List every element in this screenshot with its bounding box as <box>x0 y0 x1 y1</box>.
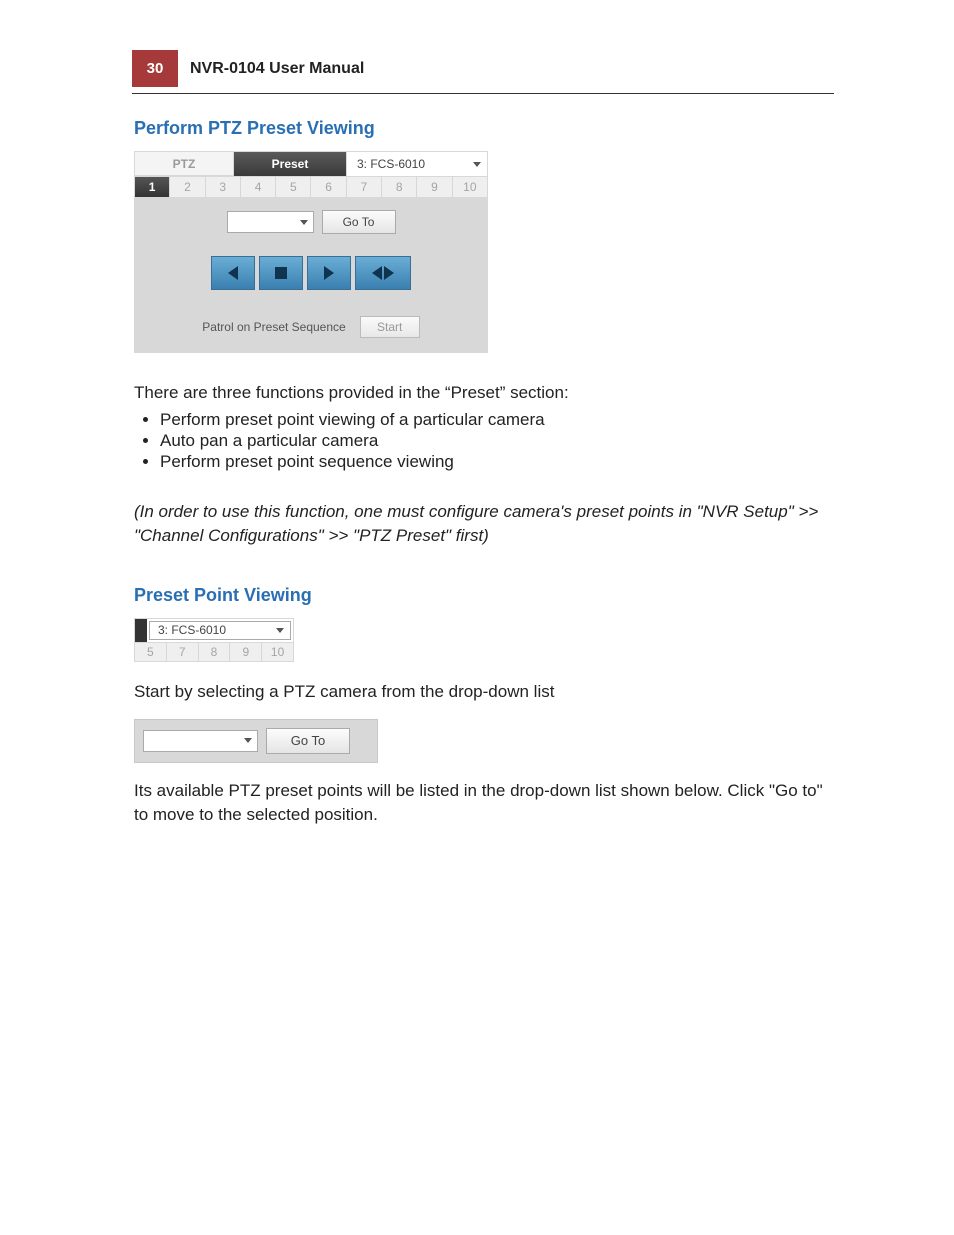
triangle-right-icon <box>384 266 394 280</box>
camera-select-snippet: 3: FCS-6010 5 7 8 9 10 <box>134 618 294 662</box>
next-button[interactable] <box>307 256 351 290</box>
channel-number-row: 1 2 3 4 5 6 7 8 9 10 <box>135 176 487 198</box>
text-goto-description: Its available PTZ preset points will be … <box>134 779 834 828</box>
goto-button-small[interactable]: Go To <box>266 728 350 754</box>
patrol-label: Patrol on Preset Sequence <box>202 320 345 334</box>
manual-title: NVR-0104 User Manual <box>178 50 364 87</box>
channel-9[interactable]: 9 <box>417 177 452 197</box>
page-header: 30 NVR-0104 User Manual <box>132 50 954 87</box>
channel-7[interactable]: 7 <box>347 177 382 197</box>
channel-4[interactable]: 4 <box>241 177 276 197</box>
chevron-down-icon <box>244 738 252 743</box>
preset-dropdown-small[interactable] <box>143 730 258 752</box>
intro-text: There are three functions provided in th… <box>134 381 834 406</box>
channel-cell[interactable]: 5 <box>135 643 167 661</box>
panel-edge <box>135 619 147 642</box>
tab-ptz[interactable]: PTZ <box>135 152 234 176</box>
channel-2[interactable]: 2 <box>170 177 205 197</box>
chevron-down-icon <box>276 628 284 633</box>
triangle-left-icon <box>372 266 382 280</box>
channel-5[interactable]: 5 <box>276 177 311 197</box>
tab-preset[interactable]: Preset <box>234 152 347 176</box>
auto-pan-button[interactable] <box>355 256 411 290</box>
preset-point-dropdown[interactable] <box>227 211 314 233</box>
square-stop-icon <box>275 267 287 279</box>
list-item: Perform preset point viewing of a partic… <box>160 410 834 430</box>
channel-3[interactable]: 3 <box>206 177 241 197</box>
goto-button[interactable]: Go To <box>322 210 396 234</box>
page-number: 30 <box>132 50 178 87</box>
channel-10[interactable]: 10 <box>453 177 487 197</box>
list-item: Auto pan a particular camera <box>160 431 834 451</box>
start-button[interactable]: Start <box>360 316 420 338</box>
heading-preset-point-viewing: Preset Point Viewing <box>134 585 834 606</box>
channel-cell[interactable]: 7 <box>167 643 199 661</box>
chevron-down-icon <box>300 220 308 225</box>
header-divider <box>132 93 834 94</box>
triangle-right-icon <box>324 266 334 280</box>
stop-button[interactable] <box>259 256 303 290</box>
channel-cell[interactable]: 8 <box>199 643 231 661</box>
feature-list: Perform preset point viewing of a partic… <box>134 410 834 472</box>
channel-6[interactable]: 6 <box>311 177 346 197</box>
chevron-down-icon <box>473 162 481 167</box>
camera-dropdown[interactable]: 3: FCS-6010 <box>347 152 487 176</box>
triangle-left-icon <box>228 266 238 280</box>
text-select-camera: Start by selecting a PTZ camera from the… <box>134 680 834 705</box>
note-text: (In order to use this function, one must… <box>134 500 834 549</box>
camera-dropdown-small[interactable]: 3: FCS-6010 <box>149 621 291 640</box>
prev-button[interactable] <box>211 256 255 290</box>
list-item: Perform preset point sequence viewing <box>160 452 834 472</box>
heading-perform-ptz: Perform PTZ Preset Viewing <box>134 118 834 139</box>
channel-8[interactable]: 8 <box>382 177 417 197</box>
goto-snippet: Go To <box>134 719 378 763</box>
channel-1[interactable]: 1 <box>135 177 170 197</box>
preset-panel: PTZ Preset 3: FCS-6010 1 2 3 4 5 6 7 8 9… <box>134 151 488 353</box>
channel-cell[interactable]: 10 <box>262 643 293 661</box>
channel-cell[interactable]: 9 <box>230 643 262 661</box>
camera-selected-label: 3: FCS-6010 <box>158 623 226 637</box>
camera-selected-label: 3: FCS-6010 <box>357 157 425 171</box>
